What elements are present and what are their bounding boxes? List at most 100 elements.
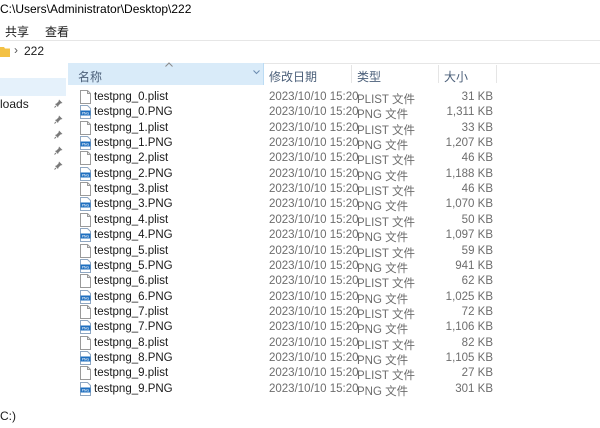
file-modified-date: 2023/10/10 15:20 [269, 152, 359, 165]
file-modified-date: 2023/10/10 15:20 [269, 229, 359, 242]
file-row[interactable]: PNG testpng_2.PNG 2023/10/10 15:20 PNG 文件 1,… [68, 166, 600, 183]
svg-text:PNG: PNG [82, 296, 90, 300]
png-image-icon: PNG [80, 289, 91, 304]
file-size: 1,188 KB [445, 167, 493, 180]
file-size: 1,106 KB [445, 321, 493, 334]
file-modified-date: 2023/10/10 15:20 [269, 183, 359, 196]
file-row[interactable]: testpng_8.plist 2023/10/10 15:20 PLIST 文件 8… [68, 335, 600, 352]
column-header-date[interactable]: 修改日期 [269, 68, 317, 85]
file-name[interactable]: testpng_9.PNG [94, 383, 173, 395]
file-name[interactable]: testpng_6.plist [94, 275, 168, 287]
file-row[interactable]: PNG testpng_4.PNG 2023/10/10 15:20 PNG 文件 1,… [68, 228, 600, 244]
png-image-icon: PNG [80, 350, 91, 365]
svg-text:PNG: PNG [82, 173, 90, 177]
pin-icon[interactable] [54, 115, 63, 124]
column-header-size[interactable]: 大小 [444, 68, 468, 85]
chevron-down-icon[interactable] [253, 70, 260, 75]
file-modified-date: 2023/10/10 15:20 [269, 367, 359, 380]
file-name[interactable]: testpng_7.PNG [94, 321, 173, 333]
file-name[interactable]: testpng_3.plist [94, 183, 168, 195]
file-row[interactable]: testpng_9.plist 2023/10/10 15:20 PLIST 文件 2… [68, 366, 600, 382]
file-name[interactable]: testpng_8.plist [94, 337, 168, 349]
file-name[interactable]: testpng_5.plist [94, 245, 168, 257]
document-icon [80, 90, 91, 104]
file-name[interactable]: testpng_0.plist [94, 91, 168, 103]
column-header-name[interactable]: 名称 [68, 62, 264, 85]
file-row[interactable]: PNG testpng_3.PNG 2023/10/10 15:20 PNG 文件 1,… [68, 197, 600, 213]
file-row[interactable]: PNG testpng_7.PNG 2023/10/10 15:20 PNG 文件 1,… [68, 320, 600, 336]
pin-icon[interactable] [54, 161, 63, 170]
svg-text:PNG: PNG [82, 358, 90, 362]
column-divider[interactable] [496, 65, 497, 83]
file-name[interactable]: testpng_3.PNG [94, 198, 173, 210]
document-icon [80, 212, 91, 227]
pin-icon[interactable] [54, 99, 63, 108]
file-name[interactable]: testpng_2.PNG [94, 168, 173, 180]
svg-text:PNG: PNG [82, 388, 90, 392]
file-modified-date: 2023/10/10 15:20 [269, 91, 359, 103]
svg-text:PNG: PNG [82, 327, 90, 331]
file-size: 46 KB [461, 152, 493, 165]
file-name[interactable]: testpng_4.PNG [94, 229, 173, 241]
address-bar[interactable]: › 222 [0, 40, 600, 64]
file-row[interactable]: testpng_7.plist 2023/10/10 15:20 PLIST 文件 7… [68, 304, 600, 321]
file-size: 82 KB [461, 336, 493, 349]
column-divider[interactable] [438, 65, 439, 83]
file-name[interactable]: testpng_4.plist [94, 214, 168, 226]
sort-ascending-icon [165, 62, 173, 67]
file-name[interactable]: testpng_6.PNG [94, 291, 173, 303]
chevron-right-icon[interactable]: › [14, 43, 18, 57]
file-modified-date: 2023/10/10 15:20 [269, 137, 359, 150]
file-row[interactable]: PNG testpng_0.PNG 2023/10/10 15:20 PNG 文件 1,… [68, 105, 600, 121]
file-name[interactable]: testpng_8.PNG [94, 352, 173, 364]
document-icon [80, 335, 91, 350]
file-size: 59 KB [461, 244, 493, 257]
file-size: 1,207 KB [445, 137, 493, 150]
tab-share[interactable]: 共享 [5, 23, 29, 40]
column-header-name-label: 名称 [78, 70, 103, 84]
file-modified-date: 2023/10/10 15:20 [269, 305, 359, 318]
breadcrumb-current[interactable]: 222 [24, 44, 44, 58]
file-name[interactable]: testpng_0.PNG [94, 106, 173, 118]
png-image-icon: PNG [80, 381, 91, 396]
file-row[interactable]: PNG testpng_6.PNG 2023/10/10 15:20 PNG 文件 1,… [68, 289, 600, 306]
file-name[interactable]: testpng_1.plist [94, 122, 168, 134]
file-name[interactable]: testpng_1.PNG [94, 137, 173, 149]
file-row[interactable]: PNG testpng_8.PNG 2023/10/10 15:20 PNG 文件 1,… [68, 350, 600, 367]
file-row[interactable]: PNG testpng_9.PNG 2023/10/10 15:20 PNG 文件 30… [68, 381, 600, 398]
tab-view[interactable]: 查看 [45, 23, 69, 40]
file-name[interactable]: testpng_5.PNG [94, 260, 173, 272]
pin-icon[interactable] [54, 130, 63, 139]
document-icon [80, 151, 91, 166]
file-row[interactable]: testpng_4.plist 2023/10/10 15:20 PLIST 文件 5… [68, 212, 600, 229]
window-path-text: C:\Users\Administrator\Desktop\222 [0, 2, 192, 16]
file-row[interactable]: PNG testpng_5.PNG 2023/10/10 15:20 PNG 文件 94… [68, 258, 600, 275]
png-image-icon: PNG [80, 258, 91, 273]
quick-access-highlight [0, 78, 66, 96]
file-size: 31 KB [461, 91, 493, 103]
pin-icon[interactable] [54, 146, 63, 155]
file-modified-date: 2023/10/10 15:20 [269, 321, 359, 334]
column-divider[interactable] [351, 65, 352, 83]
file-row[interactable]: PNG testpng_1.PNG 2023/10/10 15:20 PNG 文件 1,… [68, 136, 600, 152]
nav-item-downloads[interactable]: loads [0, 97, 29, 111]
png-image-icon: PNG [80, 228, 91, 243]
file-row[interactable]: testpng_5.plist 2023/10/10 15:20 PLIST 文件 5… [68, 243, 600, 260]
file-row[interactable]: testpng_3.plist 2023/10/10 15:20 PLIST 文件 4… [68, 182, 600, 198]
file-size: 33 KB [461, 121, 493, 134]
window-path: C:\Users\Administrator\Desktop\222 [0, 0, 600, 20]
file-name[interactable]: testpng_2.plist [94, 152, 168, 164]
file-name[interactable]: testpng_7.plist [94, 306, 168, 318]
file-row[interactable]: testpng_1.plist 2023/10/10 15:20 PLIST 文件 3… [68, 120, 600, 137]
file-type: PNG 文件 [357, 385, 409, 398]
document-icon [80, 304, 91, 319]
file-size: 941 KB [455, 259, 493, 272]
column-header-type[interactable]: 类型 [357, 68, 381, 85]
nav-item-drive-c[interactable]: C:) [0, 409, 16, 423]
file-row[interactable]: testpng_6.plist 2023/10/10 15:20 PLIST 文件 6… [68, 274, 600, 290]
file-row[interactable]: testpng_0.plist 2023/10/10 15:20 PLIST 文件 3… [68, 90, 600, 106]
document-icon [80, 120, 91, 135]
file-size: 1,025 KB [445, 290, 493, 303]
file-name[interactable]: testpng_9.plist [94, 367, 168, 379]
file-row[interactable]: testpng_2.plist 2023/10/10 15:20 PLIST 文件 4… [68, 151, 600, 167]
